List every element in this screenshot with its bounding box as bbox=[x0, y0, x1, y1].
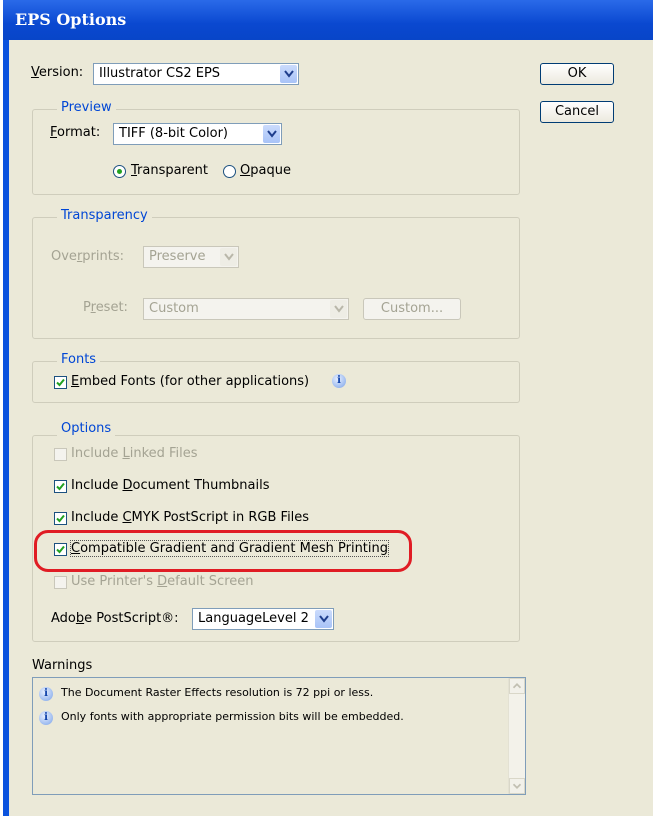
warnings-list[interactable]: i The Document Raster Effects resolution… bbox=[32, 677, 526, 795]
version-label: Version: bbox=[31, 65, 84, 80]
info-icon: i bbox=[39, 711, 53, 725]
warning-item: Only fonts with appropriate permission b… bbox=[61, 710, 404, 723]
warnings-scrollbar[interactable] bbox=[508, 678, 525, 794]
warning-item: The Document Raster Effects resolution i… bbox=[61, 686, 374, 699]
eps-options-dialog: EPS Options Version: Illustrator CS2 EPS… bbox=[3, 0, 653, 816]
include-linked-files-label[interactable]: Include Linked Files bbox=[71, 446, 198, 461]
custom-button[interactable]: Custom... bbox=[363, 298, 461, 320]
chevron-down-icon[interactable] bbox=[280, 65, 297, 83]
overprints-label: Overprints: bbox=[51, 249, 124, 264]
chevron-down-icon[interactable] bbox=[263, 125, 280, 143]
radio-selected-dot bbox=[117, 169, 122, 174]
checkmark-icon bbox=[56, 482, 65, 491]
preset-select[interactable]: Custom bbox=[143, 298, 349, 320]
title-bar[interactable]: EPS Options bbox=[3, 0, 653, 40]
transparent-radio[interactable] bbox=[113, 165, 126, 178]
format-value: TIFF (8-bit Color) bbox=[119, 126, 229, 141]
info-icon[interactable]: i bbox=[332, 374, 346, 388]
compatible-gradient-label[interactable]: Compatible Gradient and Gradient Mesh Pr… bbox=[69, 540, 390, 557]
version-value: Illustrator CS2 EPS bbox=[99, 66, 221, 81]
checkmark-icon bbox=[56, 514, 65, 523]
use-printer-default-screen-label[interactable]: Use Printer's Default Screen bbox=[71, 574, 254, 589]
cancel-button[interactable]: Cancel bbox=[540, 101, 614, 123]
preview-group bbox=[32, 109, 520, 195]
opaque-radio[interactable] bbox=[223, 165, 236, 178]
postscript-value: LanguageLevel 2 bbox=[198, 611, 309, 626]
checkmark-icon bbox=[56, 378, 65, 387]
chevron-down-icon[interactable] bbox=[315, 610, 332, 628]
include-cmyk-checkbox[interactable] bbox=[54, 512, 67, 525]
use-printer-default-screen-checkbox[interactable] bbox=[54, 576, 67, 589]
dialog-body: Version: Illustrator CS2 EPS OK Cancel P… bbox=[9, 40, 653, 816]
embed-fonts-label[interactable]: Embed Fonts (for other applications) bbox=[71, 374, 309, 389]
preset-value: Custom bbox=[149, 301, 199, 316]
include-cmyk-label[interactable]: Include CMYK PostScript in RGB Files bbox=[71, 510, 309, 525]
chevron-up-icon bbox=[512, 683, 522, 689]
chevron-down-icon[interactable] bbox=[330, 300, 347, 318]
format-select[interactable]: TIFF (8-bit Color) bbox=[113, 123, 282, 145]
scroll-up-button[interactable] bbox=[509, 678, 525, 694]
postscript-select[interactable]: LanguageLevel 2 bbox=[192, 608, 334, 630]
ok-button[interactable]: OK bbox=[540, 63, 614, 85]
include-thumbnails-checkbox[interactable] bbox=[54, 480, 67, 493]
opaque-label[interactable]: Opaque bbox=[240, 163, 291, 178]
overprints-value: Preserve bbox=[149, 249, 206, 264]
chevron-down-icon bbox=[512, 783, 522, 789]
window-title: EPS Options bbox=[15, 10, 127, 29]
transparent-label[interactable]: Transparent bbox=[131, 163, 208, 178]
overprints-select[interactable]: Preserve bbox=[143, 246, 239, 268]
format-label: Format: bbox=[50, 125, 101, 140]
info-icon: i bbox=[39, 687, 53, 701]
preview-group-title: Preview bbox=[57, 100, 116, 115]
preset-label: Preset: bbox=[83, 300, 128, 315]
checkmark-icon bbox=[56, 545, 65, 554]
postscript-label: Adobe PostScript®: bbox=[51, 611, 179, 626]
scroll-down-button[interactable] bbox=[509, 778, 525, 794]
embed-fonts-checkbox[interactable] bbox=[54, 376, 67, 389]
compatible-gradient-checkbox[interactable] bbox=[54, 543, 67, 556]
warnings-label: Warnings bbox=[32, 658, 93, 673]
include-linked-files-checkbox[interactable] bbox=[54, 448, 67, 461]
include-thumbnails-label[interactable]: Include Document Thumbnails bbox=[71, 478, 270, 493]
transparency-group-title: Transparency bbox=[57, 208, 152, 223]
version-select[interactable]: Illustrator CS2 EPS bbox=[93, 63, 299, 85]
options-group-title: Options bbox=[57, 421, 116, 436]
transparency-group bbox=[32, 217, 520, 339]
fonts-group-title: Fonts bbox=[57, 352, 101, 367]
chevron-down-icon[interactable] bbox=[220, 248, 237, 266]
